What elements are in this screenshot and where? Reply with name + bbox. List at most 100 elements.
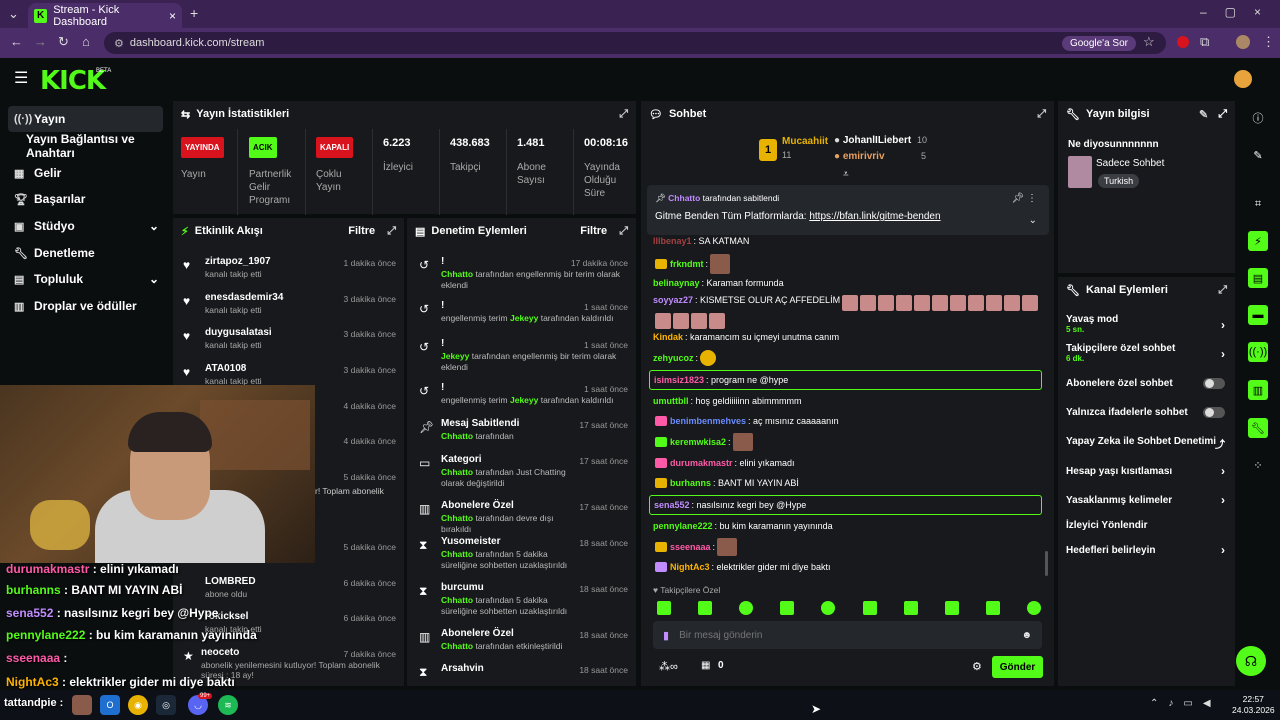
chat-user[interactable]: sseenaaa — [670, 542, 711, 552]
chat-user[interactable]: belinaynay — [653, 278, 700, 288]
emote-icon[interactable] — [821, 601, 836, 615]
emote-icon[interactable] — [698, 601, 713, 615]
browser-tab[interactable]: K Stream - Kick Dashboard × — [28, 3, 182, 28]
expand-icon[interactable]: ⤢ — [619, 225, 628, 238]
window-controls[interactable]: –▢× — [1200, 5, 1279, 19]
tab-list-icon[interactable]: ⌄ — [8, 6, 19, 22]
address-bar[interactable]: ⚙ dashboard.kick.com/stream Google'a Sor — [104, 32, 1166, 54]
info-icon[interactable]: ⓘ — [1248, 108, 1268, 128]
profile-avatar[interactable] — [1236, 35, 1250, 49]
chevron-down-icon[interactable]: ⌄ — [1029, 215, 1037, 226]
sidebar-item-studio[interactable]: ▣ Stüdyo ⌄ — [8, 213, 163, 239]
emote-only-toggle[interactable] — [1203, 407, 1225, 418]
chat-user[interactable]: lllbenay1 — [653, 236, 692, 246]
pinned-by-user[interactable]: Chhatto — [668, 193, 700, 203]
layout-icon[interactable]: ▥ — [1248, 380, 1268, 400]
emote-icon[interactable] — [780, 601, 795, 615]
wrench-icon[interactable]: 🔧︎ — [1248, 418, 1268, 438]
taskbar-app-icon[interactable] — [72, 695, 92, 715]
expand-icon[interactable]: ⤢ — [619, 108, 628, 121]
apps-icon[interactable]: ⁘ — [1248, 455, 1268, 475]
chat-user[interactable]: burhanns — [670, 478, 711, 488]
forward-icon[interactable]: → — [34, 34, 47, 49]
filter-button[interactable]: Filtre — [348, 225, 375, 237]
emote-icon[interactable] — [1026, 601, 1041, 615]
pinned-link[interactable]: https://bfan.link/gitme-benden — [809, 211, 940, 222]
unpin-icon[interactable]: 📌︎ ⋮ — [1012, 193, 1037, 204]
mod-user[interactable]: Chhatto — [441, 513, 473, 523]
leaderboard-user[interactable]: Mucaahiit — [782, 136, 828, 147]
extension-icon[interactable] — [1177, 36, 1189, 48]
mod-user[interactable]: Jekeyy — [441, 351, 469, 361]
chrome-icon[interactable]: ◉ — [128, 695, 148, 715]
sidebar-item-stream[interactable]: ((·)) Yayın — [8, 106, 163, 132]
action-raid[interactable]: İzleyici Yönlendir — [1066, 520, 1225, 531]
google-ask-chip[interactable]: Google'a Sor — [1061, 35, 1136, 51]
mic-icon[interactable]: ▮ — [663, 629, 669, 642]
points-icon[interactable]: ⁂∞ — [659, 660, 678, 673]
chat-user[interactable]: frkndmt — [670, 259, 704, 269]
extensions-puzzle-icon[interactable]: ⧉ — [1200, 34, 1209, 50]
clock[interactable]: 22:57 24.03.2026 — [1232, 694, 1275, 716]
emote-icon[interactable] — [903, 601, 918, 615]
filter-button[interactable]: Filtre — [580, 225, 607, 237]
lightning-icon[interactable]: ⚡︎ — [1248, 231, 1268, 251]
chat-user[interactable]: benimbenmehves — [670, 416, 746, 426]
chat-user[interactable]: NightAc3 — [670, 562, 710, 572]
leaderboard-user[interactable]: emirivriv — [843, 151, 885, 162]
system-tray-icons[interactable]: ⌃♪▭◀ — [1150, 698, 1221, 709]
action-follower-only[interactable]: Takipçilere özel sohbet 6 dk. › — [1066, 343, 1225, 363]
chat-user[interactable]: pennylane222 — [653, 521, 713, 531]
expand-icon[interactable]: ⤢ — [1218, 108, 1227, 121]
chat-user[interactable]: umuttbll — [653, 396, 689, 406]
close-tab-icon[interactable]: × — [169, 9, 176, 23]
steam-icon[interactable]: ◎ — [156, 695, 176, 715]
action-banned-words[interactable]: Yasaklanmış kelimeler › — [1066, 493, 1225, 507]
action-goals[interactable]: Hedefleri belirleyin › — [1066, 543, 1225, 557]
mod-user[interactable]: Chhatto — [441, 549, 473, 559]
sidebar-item-community[interactable]: ▤ Topluluk ⌄ — [8, 266, 163, 292]
broadcast-icon[interactable]: ((·)) — [1248, 342, 1268, 362]
mod-user[interactable]: Chhatto — [441, 641, 473, 651]
mod-user[interactable]: Chhatto — [441, 269, 473, 279]
clipboard-icon[interactable]: ▤ — [1248, 268, 1268, 288]
chat-user[interactable]: isimsiz1823 — [654, 375, 704, 385]
edit-icon[interactable]: ✎ — [1199, 108, 1208, 121]
sub-only-toggle[interactable] — [1203, 378, 1225, 389]
support-headset-icon[interactable]: ☊ — [1236, 646, 1266, 676]
chat-user[interactable]: zehyucoz — [653, 353, 694, 363]
site-info-icon[interactable]: ⚙ — [114, 37, 124, 50]
back-icon[interactable]: ← — [10, 34, 23, 49]
spotify-icon[interactable]: ≋ — [218, 695, 238, 715]
leaderboard-user[interactable]: JohanlILiebert — [843, 135, 911, 146]
action-ai-moderation[interactable]: Yapay Zeka ile Sohbet Denetimi ⤴ — [1066, 436, 1225, 451]
chat-user[interactable]: Kindak — [653, 332, 683, 342]
stream-tag[interactable]: Turkish — [1098, 174, 1140, 188]
crop-icon[interactable]: ⌗ — [1248, 194, 1268, 214]
expand-icon[interactable]: ⤢ — [387, 225, 396, 238]
chat-user[interactable]: durumakmastr — [670, 458, 733, 468]
store-icon[interactable]: ▦ — [701, 660, 710, 671]
chat-user[interactable]: keremwkisa2 — [670, 437, 726, 447]
expand-icon[interactable]: ⤢ — [1218, 284, 1227, 297]
emote-icon[interactable] — [739, 601, 754, 615]
mod-user[interactable]: Chhatto — [441, 595, 473, 605]
collapse-leaderboard-icon[interactable]: ⩡ — [843, 169, 849, 180]
stream-category[interactable]: Sadece Sohbet — [1096, 158, 1164, 169]
mod-user[interactable]: Chhatto — [441, 431, 473, 441]
mod-user[interactable]: Jekeyy — [510, 395, 538, 405]
expand-icon[interactable]: ⤢ — [1037, 108, 1046, 121]
home-icon[interactable]: ⌂ — [82, 34, 90, 49]
chat-icon[interactable]: ▬ — [1248, 305, 1268, 325]
sidebar-item-moderation[interactable]: 🔧︎ Denetleme — [8, 240, 163, 266]
emote-icon[interactable] — [944, 601, 959, 615]
chat-user[interactable]: soyyaz27 — [653, 295, 693, 305]
emote-icon[interactable] — [985, 601, 1000, 615]
chat-settings-icon[interactable]: ⚙ — [972, 660, 982, 673]
emote-icon[interactable] — [657, 601, 671, 615]
sidebar-item-drops[interactable]: ▥ Droplar ve ödüller — [8, 293, 163, 319]
mod-user[interactable]: Chhatto — [441, 467, 473, 477]
emoji-icon[interactable]: ☻ — [1021, 630, 1032, 641]
browser-menu-icon[interactable]: ⋮ — [1262, 34, 1275, 50]
action-slow-mode[interactable]: Yavaş mod 5 sn. › — [1066, 314, 1225, 334]
